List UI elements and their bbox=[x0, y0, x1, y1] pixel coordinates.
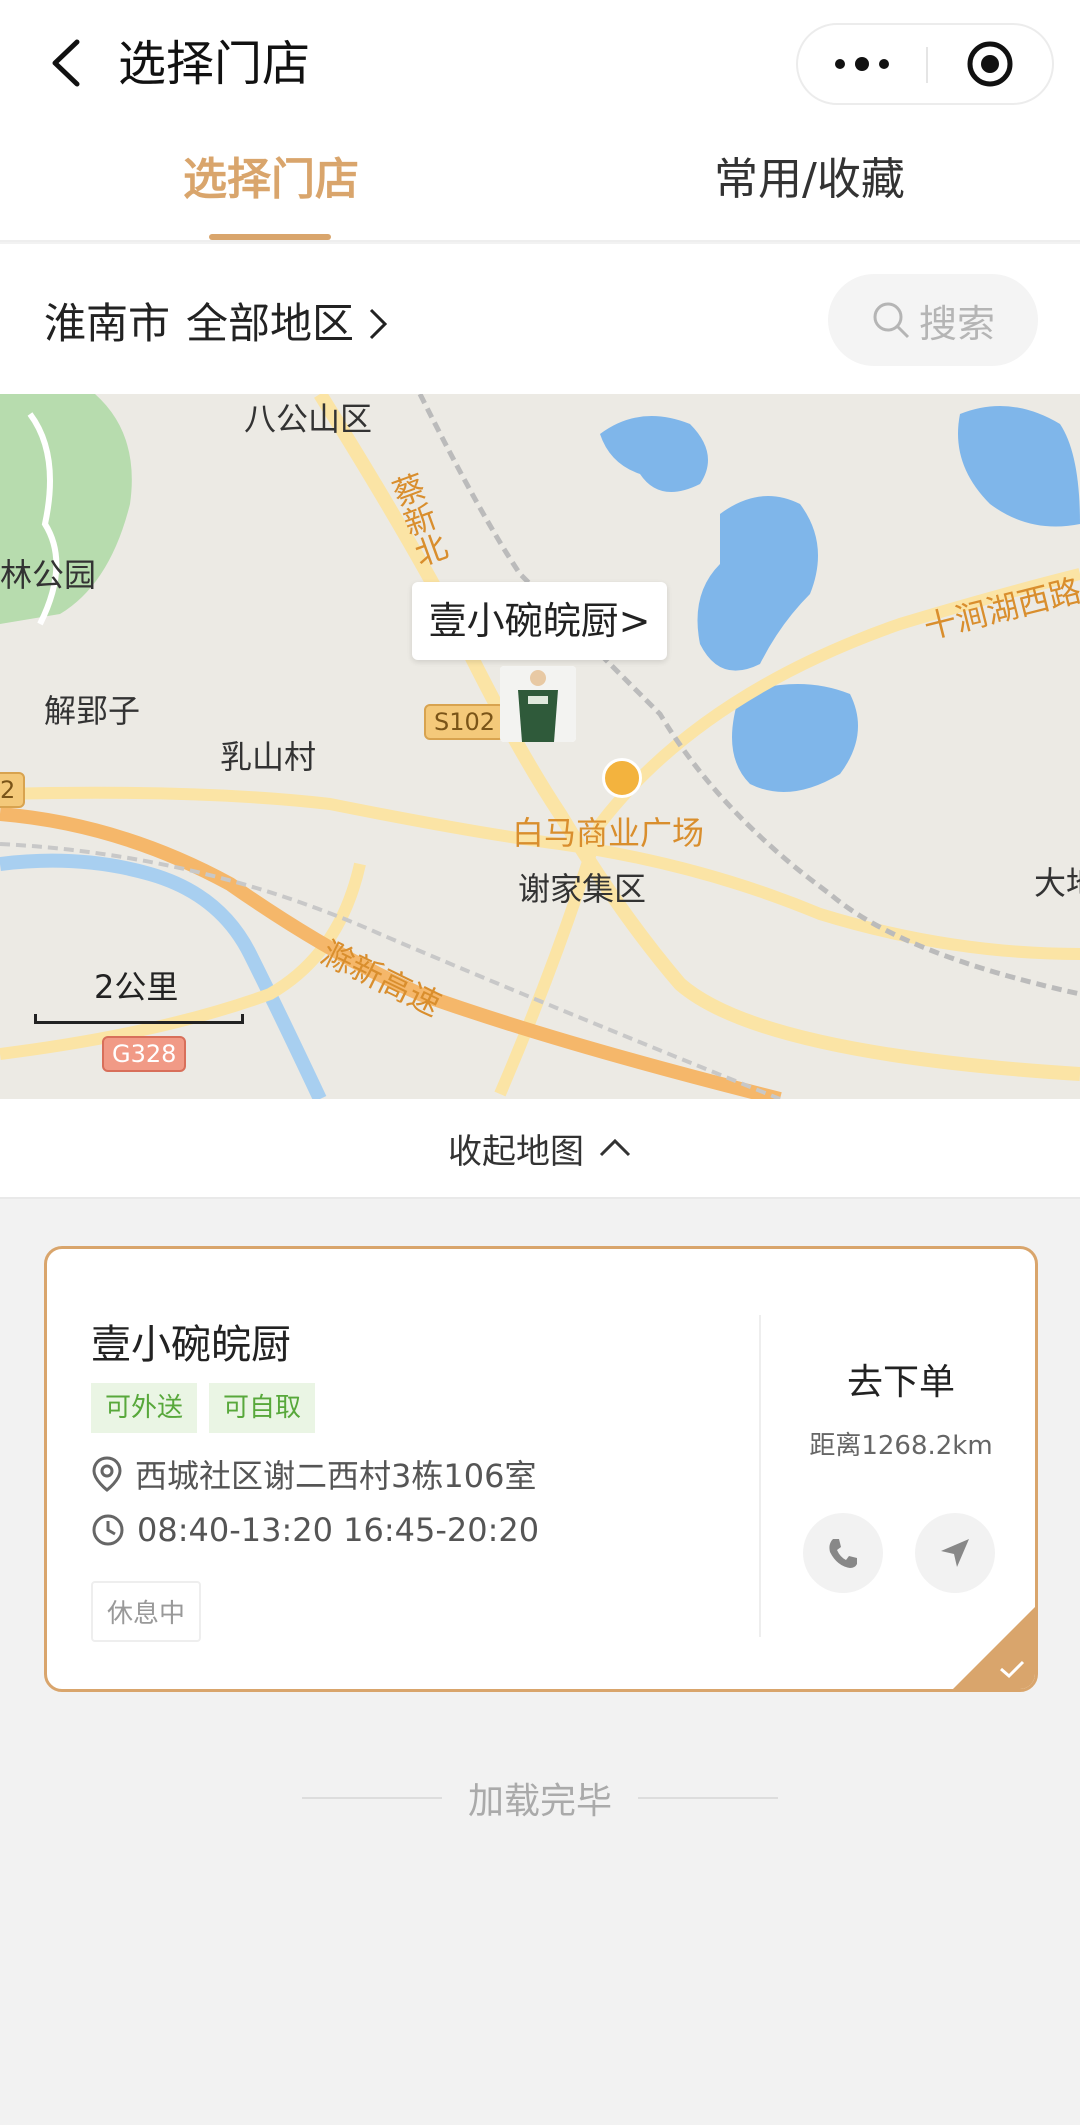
loaded-line-left bbox=[301, 1797, 442, 1799]
tab-bar: 选择门店 常用/收藏 bbox=[0, 130, 1080, 242]
road-badge-edge: 2 bbox=[0, 772, 26, 808]
store-name: 壹小碗皖厨 bbox=[91, 1322, 291, 1368]
navigate-button[interactable] bbox=[915, 1513, 995, 1593]
map-label-park: 林公园 bbox=[0, 556, 97, 594]
collapse-map-label: 收起地图 bbox=[448, 1131, 584, 1172]
hours-text: 08:40-13:20 16:45-20:20 bbox=[137, 1511, 540, 1549]
phone-icon bbox=[829, 1539, 857, 1568]
mini-program-capsule bbox=[796, 23, 1054, 105]
store-card[interactable]: 壹小碗皖厨 可外送 可自取 西城社区谢二西村3栋106室 08:40-13:20… bbox=[44, 1246, 1038, 1692]
search-label: 搜索 bbox=[918, 301, 995, 346]
map-label-jieyingzi: 解郢子 bbox=[44, 692, 141, 730]
call-button[interactable] bbox=[803, 1513, 883, 1593]
scale-bar bbox=[34, 1014, 244, 1024]
city-label: 淮南市 bbox=[44, 299, 171, 348]
search-button[interactable]: 搜索 bbox=[828, 274, 1038, 366]
tab-select-store[interactable]: 选择门店 bbox=[183, 150, 359, 210]
store-avatar-icon bbox=[500, 666, 576, 742]
order-button[interactable]: 去下单 bbox=[761, 1353, 1035, 1405]
check-icon bbox=[1000, 1660, 1025, 1679]
road-badge-s102: S102 bbox=[424, 704, 506, 740]
chevron-left-icon bbox=[52, 39, 80, 87]
navigation-arrow-icon bbox=[941, 1539, 969, 1567]
status-badge: 休息中 bbox=[91, 1581, 202, 1642]
active-tab-indicator bbox=[209, 234, 331, 240]
search-icon bbox=[873, 302, 910, 339]
tag-delivery: 可外送 bbox=[91, 1383, 198, 1433]
map-label-district: 八公山区 bbox=[244, 400, 373, 438]
close-mini-program-button[interactable] bbox=[928, 25, 1052, 103]
store-hours: 08:40-13:20 16:45-20:20 bbox=[91, 1511, 539, 1549]
region-selector[interactable]: 淮南市 全部地区 bbox=[44, 296, 388, 352]
map-label-dadi: 大地 bbox=[1034, 864, 1080, 902]
location-row: 淮南市 全部地区 搜索 bbox=[0, 244, 1080, 394]
more-dots-icon bbox=[835, 57, 889, 71]
map-scale: 2公里 bbox=[34, 962, 244, 1032]
loaded-line-right bbox=[638, 1797, 778, 1799]
loaded-indicator: 加载完毕 bbox=[0, 1768, 1080, 1828]
chevron-up-icon bbox=[599, 1138, 631, 1157]
map-label-rushan: 乳山村 bbox=[220, 738, 317, 776]
address-text: 西城社区谢二西村3栋106室 bbox=[135, 1457, 537, 1495]
back-button[interactable] bbox=[36, 30, 96, 96]
store-callout[interactable]: 壹小碗皖厨> bbox=[412, 582, 667, 660]
road-badge-g328: G328 bbox=[102, 1036, 187, 1072]
store-address: 西城社区谢二西村3栋106室 bbox=[91, 1451, 536, 1497]
map-label-xiejiaji: 谢家集区 bbox=[518, 870, 647, 908]
target-circle-icon bbox=[967, 41, 1013, 87]
more-button[interactable] bbox=[798, 25, 926, 103]
store-distance: 距离1268.2km bbox=[809, 1431, 993, 1461]
location-pin-icon bbox=[92, 1456, 122, 1492]
poi-marker[interactable] bbox=[602, 758, 642, 798]
tag-pickup: 可自取 bbox=[209, 1383, 316, 1433]
chevron-right-icon bbox=[369, 308, 388, 340]
map-label-baima: 白马商业广场 bbox=[512, 814, 705, 852]
top-nav-bar: 选择门店 bbox=[0, 0, 1080, 130]
clock-icon bbox=[92, 1514, 124, 1546]
store-marker[interactable] bbox=[500, 666, 576, 742]
scale-label: 2公里 bbox=[94, 968, 179, 1006]
tab-favorites[interactable]: 常用/收藏 bbox=[714, 150, 905, 210]
collapse-map-button[interactable]: 收起地图 bbox=[0, 1099, 1080, 1199]
map-view[interactable]: 八公山区 蔡新北 林公园 解郢子 乳山村 白马商业广场 谢家集区 十涧湖西路 滁… bbox=[0, 394, 1080, 1099]
area-label: 全部地区 bbox=[186, 299, 355, 348]
store-tags: 可外送 可自取 bbox=[91, 1383, 316, 1433]
page-title: 选择门店 bbox=[118, 36, 311, 92]
loaded-label: 加载完毕 bbox=[467, 1781, 612, 1822]
